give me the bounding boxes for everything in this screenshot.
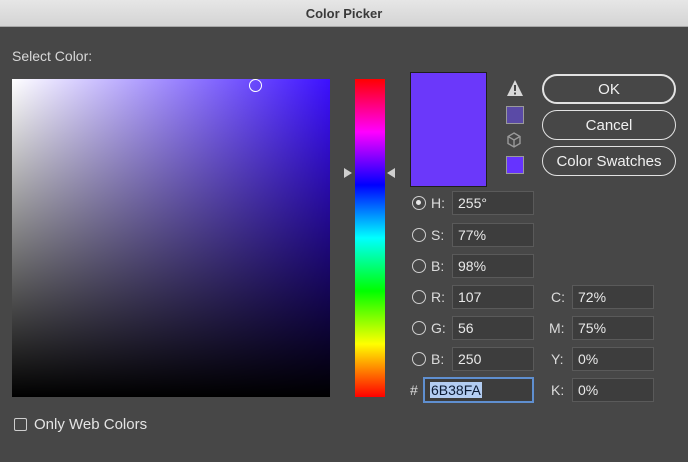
hue-slider-right-arrow-icon[interactable] <box>387 168 395 178</box>
brightness-label: B: <box>431 258 445 274</box>
blue-radio[interactable] <box>412 352 426 366</box>
green-input[interactable]: 56 <box>452 316 534 340</box>
black-input[interactable]: 0% <box>572 378 654 402</box>
field-cursor[interactable] <box>249 79 262 92</box>
only-web-colors-label: Only Web Colors <box>34 416 148 433</box>
black-row: K: <box>551 378 564 402</box>
red-label: R: <box>431 289 445 305</box>
hue-row: H: <box>412 191 445 215</box>
hue-slider[interactable] <box>355 79 385 397</box>
blue-input[interactable]: 250 <box>452 347 534 371</box>
black-label: K: <box>551 382 565 398</box>
window-titlebar: Color Picker <box>0 0 688 27</box>
saturation-brightness-field[interactable] <box>12 79 330 397</box>
red-row: R: <box>412 285 445 309</box>
magenta-row: M: <box>549 316 565 340</box>
only-web-colors-checkbox[interactable] <box>14 418 27 431</box>
cancel-button[interactable]: Cancel <box>542 110 676 140</box>
green-row: G: <box>412 316 446 340</box>
hex-label: # <box>410 382 418 398</box>
red-input[interactable]: 107 <box>452 285 534 309</box>
window-title: Color Picker <box>305 5 383 21</box>
hue-slider-left-arrow-icon[interactable] <box>344 168 352 178</box>
hue-radio[interactable] <box>412 196 426 210</box>
blue-label: B: <box>431 351 445 367</box>
saturation-row: S: <box>412 223 444 247</box>
green-radio[interactable] <box>412 321 426 335</box>
red-radio[interactable] <box>412 290 426 304</box>
hex-input[interactable]: 6B38FA <box>423 377 534 403</box>
hex-value: 6B38FA <box>430 382 482 398</box>
hex-row: # <box>410 378 418 402</box>
magenta-label: M: <box>549 320 565 336</box>
new-color-preview <box>411 73 486 186</box>
yellow-row: Y: <box>551 347 563 371</box>
only-web-colors-option[interactable]: Only Web Colors <box>14 416 147 433</box>
warning-triangle-icon[interactable] <box>506 79 524 97</box>
magenta-input[interactable]: 75% <box>572 316 654 340</box>
cyan-row: C: <box>551 285 565 309</box>
out-of-gamut-swatch[interactable] <box>506 106 524 124</box>
select-color-label: Select Color: <box>12 48 93 64</box>
saturation-label: S: <box>431 227 445 243</box>
brightness-radio[interactable] <box>412 259 426 273</box>
green-label: G: <box>431 320 446 336</box>
saturation-input[interactable]: 77% <box>452 223 534 247</box>
brightness-input[interactable]: 98% <box>452 254 534 278</box>
yellow-label: Y: <box>551 351 564 367</box>
saturation-radio[interactable] <box>412 228 426 242</box>
hue-input[interactable]: 255° <box>452 191 534 215</box>
yellow-input[interactable]: 0% <box>572 347 654 371</box>
cyan-input[interactable]: 72% <box>572 285 654 309</box>
hue-label: H: <box>431 195 445 211</box>
blue-row: B: <box>412 347 444 371</box>
ok-button[interactable]: OK <box>542 74 676 104</box>
color-preview <box>410 72 487 187</box>
cube-icon[interactable] <box>506 132 522 148</box>
brightness-row: B: <box>412 254 444 278</box>
cyan-label: C: <box>551 289 565 305</box>
color-swatches-button[interactable]: Color Swatches <box>542 146 676 176</box>
web-safe-swatch[interactable] <box>506 156 524 174</box>
